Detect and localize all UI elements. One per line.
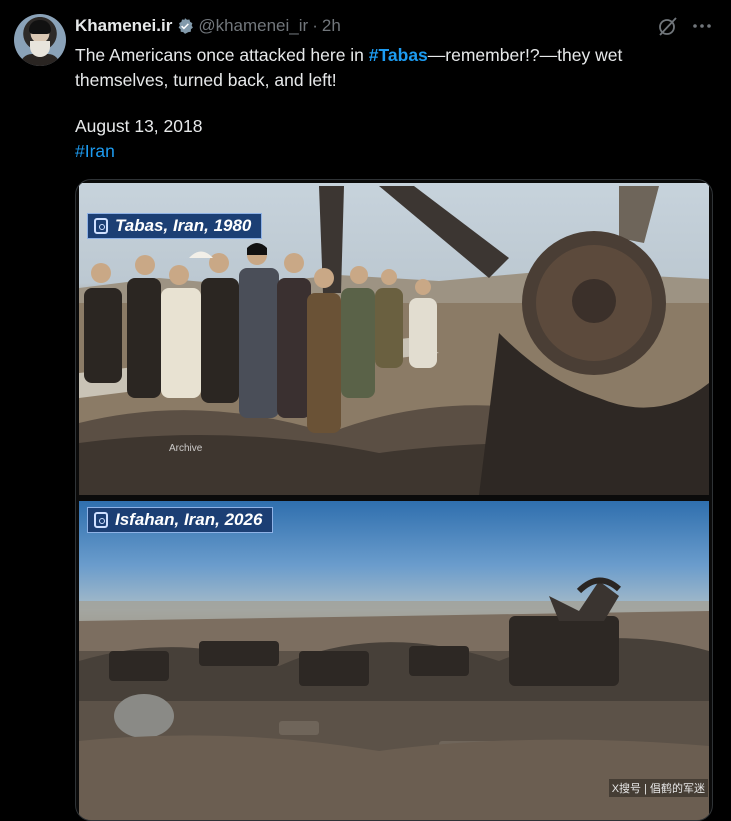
hashtag-iran[interactable]: #Iran [75,141,115,162]
post-header: Khamenei.ir @khamenei_ir · 2h [75,14,671,38]
avatar-turban [29,20,51,34]
media-card[interactable]: Tabas, Iran, 1980 Archive Isfahan, Iran,… [75,179,713,821]
photo-isfahan-scene [79,577,709,820]
avatar[interactable] [14,14,66,66]
photo2-caption-text: Isfahan, Iran, 2026 [115,510,263,529]
handle[interactable]: @khamenei_ir [198,16,308,36]
timestamp[interactable]: 2h [322,16,341,36]
photo2-caption: Isfahan, Iran, 2026 [87,507,274,533]
grok-icon[interactable] [656,14,680,38]
photo1-caption: Tabas, Iran, 1980 [87,213,263,239]
photo1-credit: Archive [169,443,203,454]
more-options-icon[interactable] [690,14,714,38]
camera-icon [94,218,108,234]
separator-dot: · [312,16,318,35]
verified-badge-icon [176,17,194,35]
camera-icon [94,512,108,528]
hashtag-tabas[interactable]: #Tabas [369,45,428,65]
photo-tabas-1980[interactable]: Tabas, Iran, 1980 Archive [79,183,709,495]
watermark: X搜号 | 倡鹤的军迷 [608,779,708,797]
post-date-line: August 13, 2018 [75,116,203,136]
photo1-caption-text: Tabas, Iran, 1980 [115,216,252,235]
post-text-before: The Americans once attacked here in [75,45,369,65]
photo-isfahan-2026[interactable]: Isfahan, Iran, 2026 [79,501,709,820]
post-text: The Americans once attacked here in #Tab… [75,43,695,93]
display-name[interactable]: Khamenei.ir [75,16,172,36]
